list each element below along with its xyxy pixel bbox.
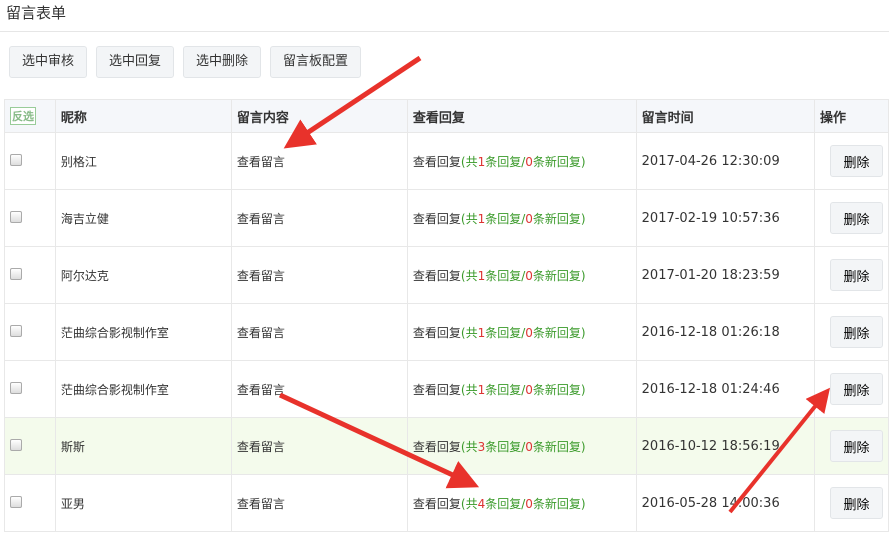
- header-time: 留言时间: [635, 99, 816, 133]
- nickname: 茫曲综合影视制作室: [54, 303, 232, 361]
- view-reply-link[interactable]: 查看回复(共1条回复/0条新回复): [413, 326, 586, 340]
- delete-selected-button[interactable]: 选中删除: [183, 46, 262, 78]
- delete-button[interactable]: 删除: [830, 487, 883, 519]
- reply-count-text: (共: [460, 211, 478, 226]
- view-reply-link[interactable]: 查看回复(共1条回复/0条新回复): [413, 212, 586, 226]
- view-reply-label: 查看回复: [412, 211, 461, 226]
- reply-count-text: 条回复/: [485, 268, 526, 283]
- table-header: 反选 昵称 留言内容 查看回复 留言时间 操作: [4, 99, 889, 133]
- reply-count-text: 条回复/: [485, 211, 526, 226]
- row-checkbox[interactable]: [10, 210, 22, 223]
- nickname: 别格江: [54, 132, 232, 190]
- view-message-link[interactable]: 查看留言: [237, 326, 285, 340]
- nickname: 亚男: [54, 474, 232, 532]
- reply-count-text: (共: [460, 325, 478, 340]
- delete-button[interactable]: 删除: [830, 202, 883, 234]
- divider: [0, 31, 889, 32]
- table-row: 海吉立健 查看留言 查看回复(共1条回复/0条新回复) 2017-02-19 1…: [4, 189, 889, 247]
- reply-count-text: 条新回复): [532, 325, 586, 340]
- nickname: 茫曲综合影视制作室: [54, 360, 232, 418]
- reply-count-text: 条回复/: [485, 439, 526, 454]
- new-reply-count: 0: [525, 154, 533, 169]
- table-row: 别格江 查看留言 查看回复(共1条回复/0条新回复) 2017-04-26 12…: [4, 132, 889, 190]
- reply-count-text: (共: [460, 382, 478, 397]
- delete-button[interactable]: 删除: [830, 259, 883, 291]
- toolbar: 选中审核 选中回复 选中删除 留言板配置: [9, 46, 362, 78]
- reply-count-text: 条回复/: [485, 154, 526, 169]
- new-reply-count: 0: [525, 211, 533, 226]
- row-checkbox[interactable]: [10, 153, 22, 166]
- reply-count-text: 条新回复): [532, 382, 586, 397]
- view-reply-link[interactable]: 查看回复(共3条回复/0条新回复): [413, 440, 586, 454]
- invert-selection-button[interactable]: 反选: [10, 107, 36, 125]
- header-reply: 查看回复: [406, 99, 637, 133]
- view-message-link[interactable]: 查看留言: [237, 155, 285, 169]
- table-row: 茫曲综合影视制作室 查看留言 查看回复(共1条回复/0条新回复) 2016-12…: [4, 303, 889, 361]
- header-nickname: 昵称: [54, 99, 232, 133]
- table-row: 阿尔达克 查看留言 查看回复(共1条回复/0条新回复) 2017-01-20 1…: [4, 246, 889, 304]
- table-row: 茫曲综合影视制作室 查看留言 查看回复(共1条回复/0条新回复) 2016-12…: [4, 360, 889, 418]
- view-reply-label: 查看回复: [412, 439, 461, 454]
- view-reply-label: 查看回复: [412, 382, 461, 397]
- message-time: 2016-12-18 01:26:18: [635, 303, 816, 361]
- approve-selected-button[interactable]: 选中审核: [9, 46, 88, 78]
- reply-count-text: (共: [460, 439, 478, 454]
- new-reply-count: 0: [525, 268, 533, 283]
- delete-button[interactable]: 删除: [830, 430, 883, 462]
- message-time: 2016-12-18 01:24:46: [635, 360, 816, 418]
- delete-button[interactable]: 删除: [830, 145, 883, 177]
- message-time: 2017-02-19 10:57:36: [635, 189, 816, 247]
- view-reply-link[interactable]: 查看回复(共1条回复/0条新回复): [413, 155, 586, 169]
- reply-count-text: 条新回复): [532, 268, 586, 283]
- message-time: 2016-10-12 18:56:19: [635, 417, 816, 475]
- reply-selected-button[interactable]: 选中回复: [96, 46, 175, 78]
- message-time: 2017-01-20 18:23:59: [635, 246, 816, 304]
- view-message-link[interactable]: 查看留言: [237, 269, 285, 283]
- message-time: 2017-04-26 12:30:09: [635, 132, 816, 190]
- delete-button[interactable]: 删除: [830, 316, 883, 348]
- message-time: 2016-05-28 14:00:36: [635, 474, 816, 532]
- row-checkbox[interactable]: [10, 381, 22, 394]
- reply-count-text: 条回复/: [485, 496, 526, 511]
- view-reply-label: 查看回复: [412, 325, 461, 340]
- view-reply-link[interactable]: 查看回复(共1条回复/0条新回复): [413, 383, 586, 397]
- view-message-link[interactable]: 查看留言: [237, 497, 285, 511]
- view-reply-link[interactable]: 查看回复(共1条回复/0条新回复): [413, 269, 586, 283]
- new-reply-count: 0: [525, 325, 533, 340]
- row-checkbox[interactable]: [10, 324, 22, 337]
- reply-count-text: 条新回复): [532, 439, 586, 454]
- new-reply-count: 0: [525, 382, 533, 397]
- reply-count-text: 条回复/: [485, 382, 526, 397]
- reply-count-text: 条新回复): [532, 154, 586, 169]
- nickname: 海吉立健: [54, 189, 232, 247]
- reply-count-text: 条新回复): [532, 496, 586, 511]
- view-message-link[interactable]: 查看留言: [237, 383, 285, 397]
- row-checkbox[interactable]: [10, 495, 22, 508]
- reply-count-text: (共: [460, 154, 478, 169]
- row-checkbox[interactable]: [10, 438, 22, 451]
- reply-count-text: (共: [460, 496, 478, 511]
- table-row: 斯斯 查看留言 查看回复(共3条回复/0条新回复) 2016-10-12 18:…: [4, 417, 889, 475]
- reply-count-text: 条新回复): [532, 211, 586, 226]
- view-message-link[interactable]: 查看留言: [237, 440, 285, 454]
- new-reply-count: 0: [525, 439, 533, 454]
- view-reply-label: 查看回复: [412, 268, 461, 283]
- header-content: 留言内容: [230, 99, 408, 133]
- page-title: 留言表单: [6, 4, 67, 22]
- delete-button[interactable]: 删除: [830, 373, 883, 405]
- nickname: 阿尔达克: [54, 246, 232, 304]
- view-reply-link[interactable]: 查看回复(共4条回复/0条新回复): [413, 497, 586, 511]
- new-reply-count: 0: [525, 496, 533, 511]
- message-table: 反选 昵称 留言内容 查看回复 留言时间 操作 别格江 查看留言 查看回复(共1…: [4, 99, 889, 532]
- reply-count-text: (共: [460, 268, 478, 283]
- board-config-button[interactable]: 留言板配置: [270, 46, 362, 78]
- view-reply-label: 查看回复: [412, 154, 461, 169]
- view-reply-label: 查看回复: [412, 496, 461, 511]
- header-action: 操作: [814, 99, 889, 133]
- nickname: 斯斯: [54, 417, 232, 475]
- row-checkbox[interactable]: [10, 267, 22, 280]
- reply-count-text: 条回复/: [485, 325, 526, 340]
- view-message-link[interactable]: 查看留言: [237, 212, 285, 226]
- table-row: 亚男 查看留言 查看回复(共4条回复/0条新回复) 2016-05-28 14:…: [4, 474, 889, 532]
